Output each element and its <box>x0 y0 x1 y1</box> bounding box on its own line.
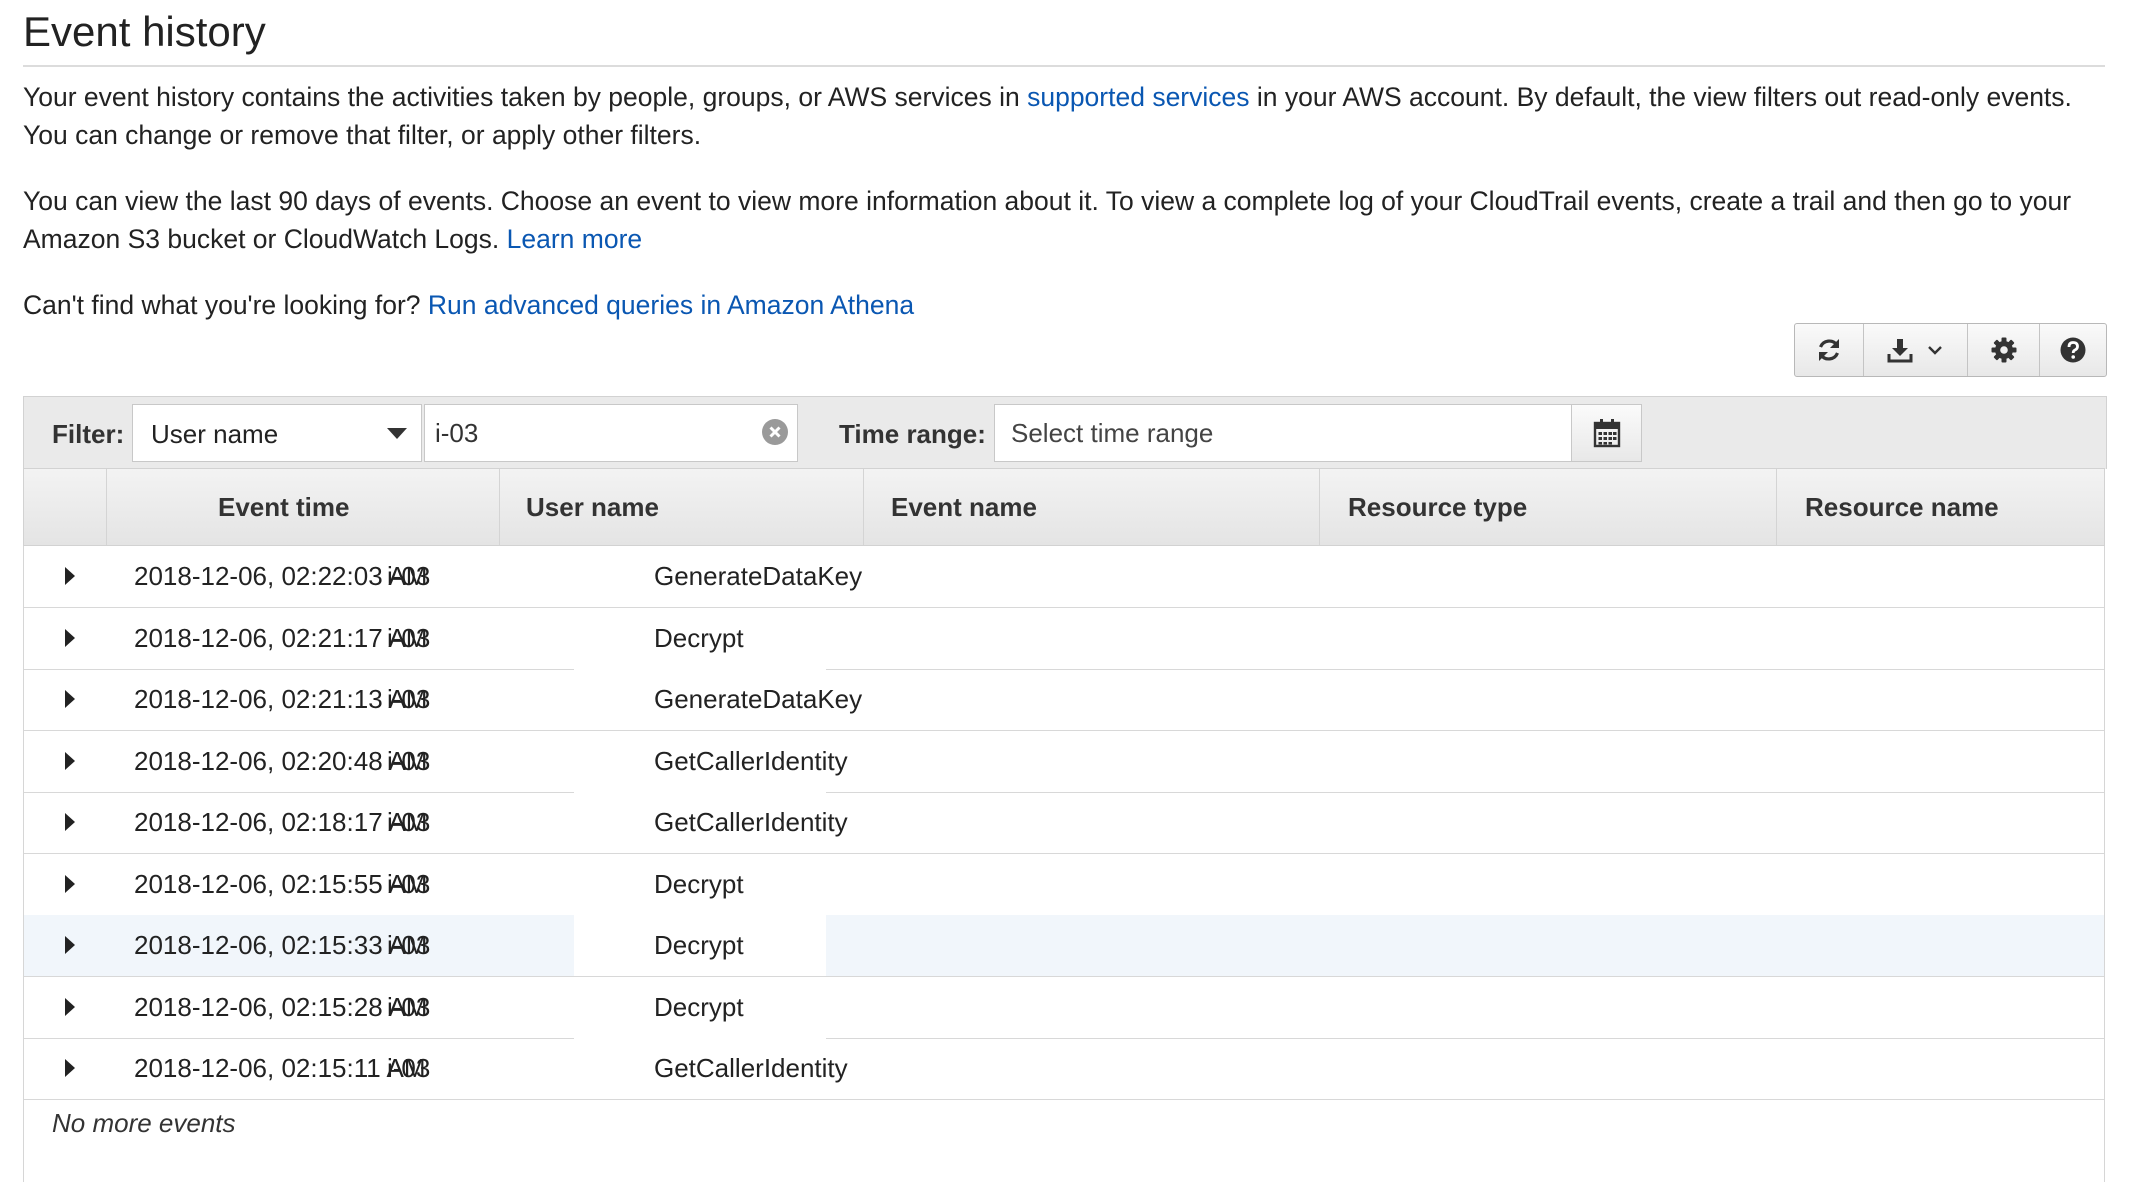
download-icon <box>1887 339 1913 363</box>
clear-filter-icon[interactable] <box>762 419 788 445</box>
event-name-cell: Decrypt <box>654 930 744 960</box>
close-icon <box>769 426 781 438</box>
refresh-icon <box>1818 339 1839 361</box>
chevron-down-icon <box>1928 346 1943 355</box>
user-name-cell: i-03 <box>387 807 431 837</box>
event-name-cell: Decrypt <box>654 869 744 899</box>
user-name-cell: i-03 <box>387 1053 431 1083</box>
intro-paragraph: Your event history contains the activiti… <box>23 78 2113 154</box>
event-time-cell: 2018-12-06, 02:15:33 AM <box>134 930 428 960</box>
event-time-cell: 2018-12-06, 02:20:48 AM <box>134 746 428 776</box>
expand-column-header <box>24 469 107 545</box>
event-history-page: Event history Your event history contain… <box>0 0 2130 1182</box>
filter-value-input[interactable] <box>435 413 735 453</box>
table-row[interactable]: 2018-12-06, 02:20:48 AM i-03 GetCallerIden… <box>24 731 2104 793</box>
days-paragraph: You can view the last 90 days of events.… <box>23 182 2113 258</box>
time-range-input[interactable] <box>1011 413 1551 453</box>
help-icon <box>2060 337 2086 363</box>
supported-services-link[interactable]: supported services <box>1027 82 1249 112</box>
time-range-field <box>994 404 1572 462</box>
filter-value-field <box>424 404 798 462</box>
intro-text-a: Your event history contains the activiti… <box>23 82 1028 112</box>
table-row[interactable]: 2018-12-06, 02:18:17 AM i-03 GetCallerIden… <box>24 792 2104 854</box>
expand-row-icon[interactable] <box>65 1059 75 1077</box>
column-header-resource-name[interactable]: Resource name <box>1777 469 2104 545</box>
event-name-cell: Decrypt <box>654 623 744 653</box>
table-toolbar <box>1794 323 2107 377</box>
event-time-cell: 2018-12-06, 02:21:17 AM <box>134 623 428 653</box>
expand-row-icon[interactable] <box>65 567 75 585</box>
refresh-button[interactable] <box>1795 324 1864 376</box>
filter-attribute-value: User name <box>151 419 279 449</box>
expand-row-icon[interactable] <box>65 936 75 954</box>
user-name-cell: i-03 <box>387 992 431 1022</box>
user-name-cell: i-03 <box>387 561 431 591</box>
user-name-cell: i-03 <box>387 684 431 714</box>
calendar-button[interactable] <box>1572 404 1642 462</box>
calendar-icon <box>1593 419 1620 448</box>
athena-link[interactable]: Run advanced queries in Amazon Athena <box>428 290 914 320</box>
event-time-cell: 2018-12-06, 02:15:11 AM <box>134 1053 426 1083</box>
user-name-cell: i-03 <box>387 623 431 653</box>
no-more-events-text: No more events <box>52 1108 236 1138</box>
find-paragraph: Can't find what you're looking for? Run … <box>23 286 2113 324</box>
table-row[interactable]: 2018-12-06, 02:22:03 AM i-03 GenerateDataK… <box>24 546 2104 608</box>
event-name-cell: GenerateDataKey <box>654 684 863 714</box>
table-header: Event time User name Event name Resource… <box>23 468 2105 546</box>
expand-row-icon[interactable] <box>65 629 75 647</box>
event-table-body: 2018-12-06, 02:22:03 AM i-03 GenerateDataK… <box>23 546 2105 1182</box>
column-header-event-time[interactable]: Event time <box>107 469 500 545</box>
expand-row-icon[interactable] <box>65 690 75 708</box>
days-text: You can view the last 90 days of events.… <box>23 186 2072 254</box>
title-divider <box>23 65 2105 67</box>
table-row[interactable]: 2018-12-06, 02:15:33 AM i-03 Decrypt <box>24 915 2104 977</box>
table-row[interactable]: 2018-12-06, 02:21:17 AM i-03 Decrypt <box>24 608 2104 670</box>
column-header-user-name[interactable]: User name <box>500 469 864 545</box>
expand-row-icon[interactable] <box>65 752 75 770</box>
expand-row-icon[interactable] <box>65 813 75 831</box>
expand-row-icon[interactable] <box>65 998 75 1016</box>
table-row[interactable]: 2018-12-06, 02:15:11 AM i-03 GetCallerIden… <box>24 1038 2104 1100</box>
table-row[interactable]: 2018-12-06, 02:15:28 AM i-03 Decrypt <box>24 977 2104 1039</box>
filter-label: Filter: <box>52 419 125 449</box>
column-header-resource-type[interactable]: Resource type <box>1320 469 1777 545</box>
user-name-cell: i-03 <box>387 746 431 776</box>
event-time-cell: 2018-12-06, 02:15:28 AM <box>134 992 428 1022</box>
expand-row-icon[interactable] <box>65 875 75 893</box>
table-row[interactable]: 2018-12-06, 02:15:55 AM i-03 Decrypt <box>24 854 2104 916</box>
user-name-cell: i-03 <box>387 930 431 960</box>
settings-button[interactable] <box>1968 324 2041 376</box>
table-row[interactable]: 2018-12-06, 02:21:13 AM i-03 GenerateDataK… <box>24 669 2104 731</box>
event-name-cell: GetCallerIdentity <box>654 807 848 837</box>
event-time-cell: 2018-12-06, 02:18:17 AM <box>134 807 428 837</box>
page-title: Event history <box>23 8 266 55</box>
event-time-cell: 2018-12-06, 02:15:55 AM <box>134 869 428 899</box>
help-button[interactable] <box>2040 324 2106 376</box>
event-name-cell: GetCallerIdentity <box>654 1053 848 1083</box>
user-name-cell: i-03 <box>387 869 431 899</box>
gear-icon <box>1991 337 2017 363</box>
event-name-cell: GetCallerIdentity <box>654 746 848 776</box>
caret-down-icon <box>387 428 407 439</box>
download-menu-button[interactable] <box>1864 324 1968 376</box>
event-name-cell: GenerateDataKey <box>654 561 863 591</box>
column-header-event-name[interactable]: Event name <box>864 469 1320 545</box>
learn-more-link[interactable]: Learn more <box>507 224 643 254</box>
filter-attribute-select[interactable]: User name <box>132 404 422 462</box>
event-time-cell: 2018-12-06, 02:21:13 AM <box>134 684 428 714</box>
event-name-cell: Decrypt <box>654 992 744 1022</box>
find-text: Can't find what you're looking for? <box>23 290 428 320</box>
time-range-label: Time range: <box>839 419 986 449</box>
event-time-cell: 2018-12-06, 02:22:03 AM <box>134 561 428 591</box>
